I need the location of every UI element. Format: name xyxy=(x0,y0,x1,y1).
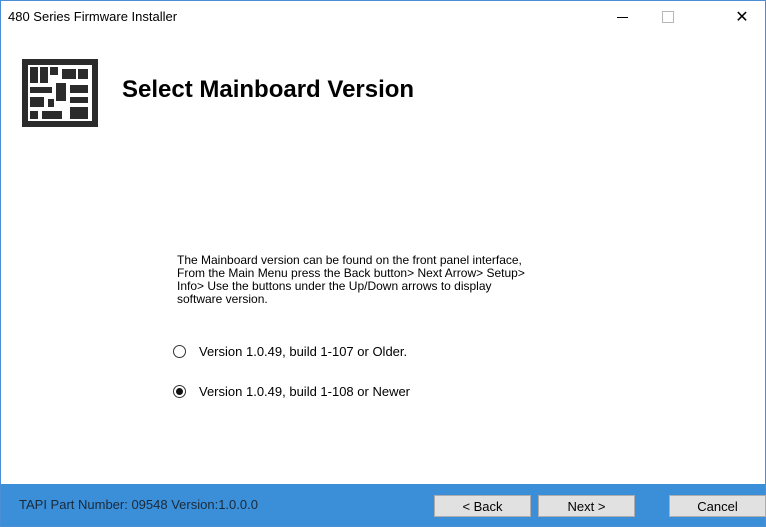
instructions-line: software version. xyxy=(177,292,268,306)
option-older-version[interactable]: Version 1.0.49, build 1-107 or Older. xyxy=(173,344,407,359)
installer-window: 480 Series Firmware Installer ✕ Select M… xyxy=(0,0,766,527)
maximize-icon xyxy=(662,10,674,23)
minimize-icon xyxy=(616,17,628,18)
minimize-button[interactable] xyxy=(599,1,645,32)
cancel-button[interactable]: Cancel xyxy=(669,495,766,517)
close-icon: ✕ xyxy=(735,8,749,26)
close-button[interactable]: ✕ xyxy=(719,1,765,32)
footer-bar: TAPI Part Number: 09548 Version:1.0.0.0 xyxy=(1,484,765,526)
radio-button-newer[interactable] xyxy=(173,385,186,398)
maximize-button[interactable] xyxy=(645,1,691,32)
part-number-text: TAPI Part Number: 09548 Version:1.0.0.0 xyxy=(19,497,258,512)
page-title: Select Mainboard Version xyxy=(122,76,415,103)
radio-button-older[interactable] xyxy=(173,345,186,358)
instructions-text: The Mainboard version can be found on th… xyxy=(177,254,617,306)
option-label-newer: Version 1.0.49, build 1-108 or Newer xyxy=(199,384,411,399)
option-newer-version[interactable]: Version 1.0.49, build 1-108 or Newer xyxy=(173,384,410,399)
title-bar[interactable]: 480 Series Firmware Installer ✕ xyxy=(1,1,765,32)
chip-logo-icon xyxy=(22,59,98,127)
back-button[interactable]: < Back xyxy=(434,495,531,517)
option-label-older: Version 1.0.49, build 1-107 or Older. xyxy=(199,344,408,359)
window-title: 480 Series Firmware Installer xyxy=(8,9,178,24)
next-button[interactable]: Next > xyxy=(538,495,635,517)
